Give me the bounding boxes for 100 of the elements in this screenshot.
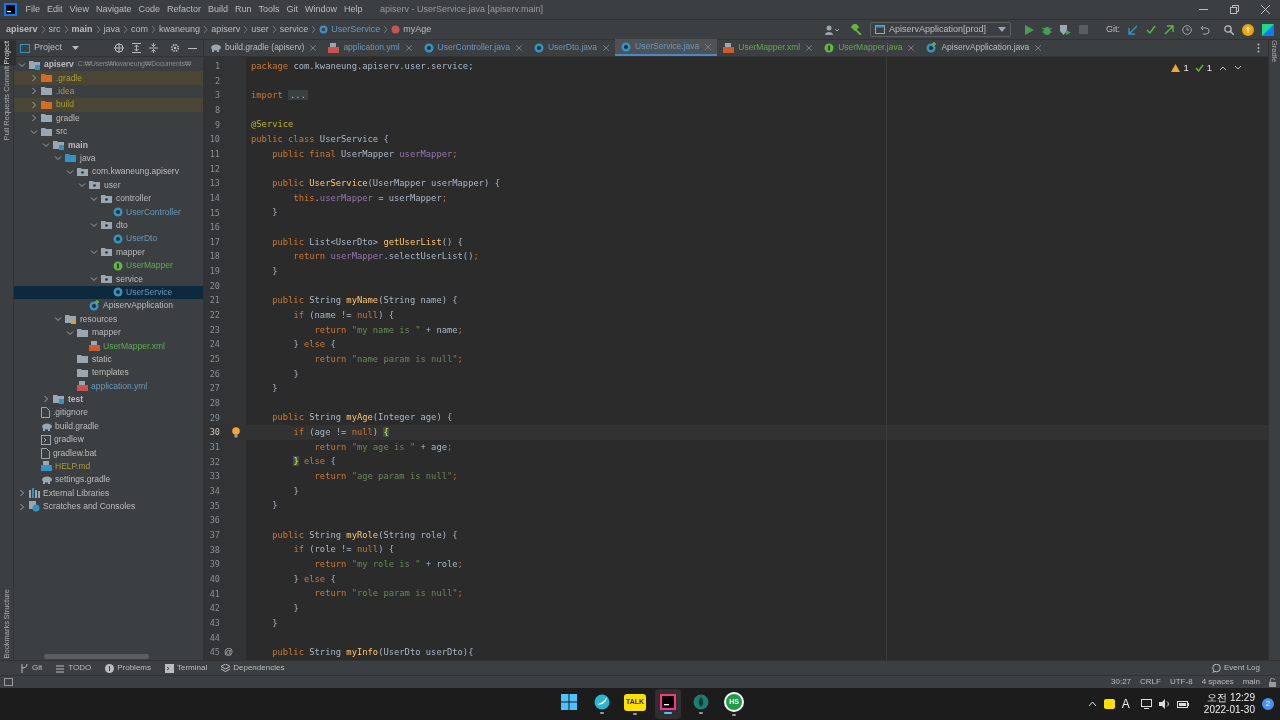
breadcrumb-item[interactable]: com	[131, 22, 149, 37]
clock[interactable]: 오전 12:29 2022-01-30	[1203, 692, 1255, 716]
user-icon[interactable]	[824, 24, 839, 35]
passed-count[interactable]: 1	[1206, 61, 1212, 76]
tree-item[interactable]: gradlew	[14, 432, 203, 447]
tool-window-button[interactable]: TODO	[56, 662, 92, 674]
input-method-indicator[interactable]: A	[1121, 695, 1130, 713]
breadcrumb-item[interactable]: apiserv	[211, 22, 241, 37]
close-icon[interactable]	[603, 44, 610, 51]
breadcrumb-item[interactable]: main	[71, 22, 93, 37]
menu-item[interactable]: Code	[134, 2, 164, 17]
tree-item[interactable]: resources	[14, 312, 203, 326]
menu-item[interactable]: File	[22, 2, 44, 17]
tree-item[interactable]: settings.gradle	[14, 473, 203, 487]
caret-icon[interactable]	[72, 46, 79, 50]
tree-item[interactable]: dto	[14, 218, 203, 233]
tree-item[interactable]: .gradle	[14, 71, 203, 85]
tree-item[interactable]: UserMapper	[14, 258, 203, 273]
breadcrumb-item[interactable]: apiserv	[6, 22, 38, 37]
collapse-all-icon[interactable]	[149, 43, 158, 53]
close-icon[interactable]	[1261, 5, 1270, 14]
breadcrumb-item[interactable]: kwaneung	[159, 22, 201, 37]
tool-window-button[interactable]: Dependencies	[221, 662, 285, 674]
speaker-icon[interactable]	[1158, 699, 1170, 709]
tree-item[interactable]: mapper	[14, 325, 203, 340]
update-arrow-icon[interactable]	[1128, 24, 1138, 35]
menu-item[interactable]: Refactor	[163, 2, 205, 17]
warning-count[interactable]: 1	[1183, 61, 1189, 76]
run-configuration-dropdown[interactable]: ApiservApplication[prod]	[869, 22, 1011, 37]
branch-name[interactable]: main	[1242, 676, 1260, 688]
tree-item[interactable]: UserMapper.xml	[14, 339, 203, 353]
tree-item[interactable]: gradlew.bat	[14, 446, 203, 460]
tree-item[interactable]: UserService	[14, 285, 203, 300]
menu-item[interactable]: Run	[231, 2, 255, 17]
caret-position[interactable]: 30:27	[1111, 676, 1132, 688]
commit-check-icon[interactable]	[1146, 24, 1156, 35]
tree-item[interactable]: controller	[14, 191, 203, 206]
tree-item[interactable]: UserDto	[14, 232, 203, 246]
run-icon[interactable]	[1025, 24, 1034, 35]
battery-icon[interactable]	[1176, 699, 1189, 709]
menu-item[interactable]: Edit	[43, 2, 67, 17]
breadcrumb-item[interactable]: java	[103, 22, 121, 37]
chevron-up-icon[interactable]	[1087, 701, 1097, 707]
tree-item[interactable]: src	[14, 124, 203, 139]
menu-item[interactable]: Tools	[255, 2, 283, 17]
monitor-icon[interactable]	[1140, 699, 1152, 709]
taskbar-button[interactable]	[655, 689, 681, 719]
tool-window-button[interactable]: Git	[20, 662, 43, 674]
lightbulb-icon[interactable]	[232, 427, 240, 439]
restore-icon[interactable]	[1230, 5, 1239, 14]
editor-tab[interactable]: ApiservApplication.java	[920, 39, 1048, 56]
tree-item[interactable]: user	[14, 178, 203, 192]
notification-badge[interactable]: 2	[1262, 698, 1274, 710]
push-arrow-icon[interactable]	[1164, 24, 1174, 35]
tree-item[interactable]: java	[14, 151, 203, 166]
tree-item[interactable]: mapper	[14, 245, 203, 259]
line-separator[interactable]: CRLF	[1140, 676, 1161, 688]
breadcrumb-item[interactable]: UserService	[331, 22, 381, 37]
tree-item[interactable]: build	[14, 98, 203, 112]
bug-icon[interactable]	[1042, 24, 1052, 35]
tree-item[interactable]: build.gradle	[14, 419, 203, 433]
gutter-mark[interactable]: @	[224, 645, 234, 660]
chevron-right-icon[interactable]	[42, 395, 50, 404]
undo-icon[interactable]	[1200, 24, 1210, 35]
layout-icon[interactable]	[4, 678, 13, 686]
tree-item[interactable]: HELP.md	[14, 459, 203, 474]
tool-window-button[interactable]: Terminal	[165, 662, 208, 674]
panel-title[interactable]: Project	[34, 41, 62, 55]
menu-item[interactable]: Window	[301, 2, 341, 17]
tree-item[interactable]: External Libraries	[14, 486, 203, 500]
breadcrumb-item[interactable]: service	[279, 22, 309, 37]
tree-item[interactable]: gradle	[14, 111, 203, 125]
tree-item[interactable]: application.yml	[14, 379, 203, 393]
tree-item[interactable]: .idea	[14, 84, 203, 99]
target-icon[interactable]	[114, 43, 124, 53]
close-icon[interactable]	[515, 44, 522, 51]
tree-item[interactable]: Scratches and Consoles	[14, 499, 203, 514]
breadcrumb-item[interactable]: src	[48, 22, 61, 37]
indent-setting[interactable]: 4 spaces	[1201, 676, 1234, 688]
tree-item[interactable]: templates	[14, 366, 203, 380]
menu-item[interactable]: Help	[340, 2, 367, 17]
editor-tab[interactable]: UserController.java	[417, 39, 528, 56]
menu-item[interactable]: View	[66, 2, 93, 17]
chevron-down-icon[interactable]	[1234, 65, 1242, 72]
editor-tab[interactable]: UserDto.java	[527, 39, 616, 56]
tree-item[interactable]: test	[14, 392, 203, 407]
editor-tab[interactable]: UserMapper.xml	[717, 39, 819, 56]
settings-icon[interactable]	[170, 43, 180, 53]
close-icon[interactable]	[908, 44, 915, 51]
breadcrumb-item[interactable]: user	[251, 22, 269, 37]
clock-icon[interactable]	[1182, 24, 1192, 35]
editor-tab[interactable]: UserMapper.java	[818, 39, 921, 56]
tree-item[interactable]: .gitignore	[14, 406, 203, 420]
breadcrumb-item[interactable]: myAge	[403, 22, 432, 37]
menu-item[interactable]: Build	[204, 2, 232, 17]
upload-badge-icon[interactable]	[1242, 23, 1254, 36]
close-icon[interactable]	[405, 44, 412, 51]
close-icon[interactable]	[806, 44, 813, 51]
scrollbar-thumb[interactable]	[44, 653, 149, 659]
close-icon[interactable]	[1035, 44, 1042, 51]
